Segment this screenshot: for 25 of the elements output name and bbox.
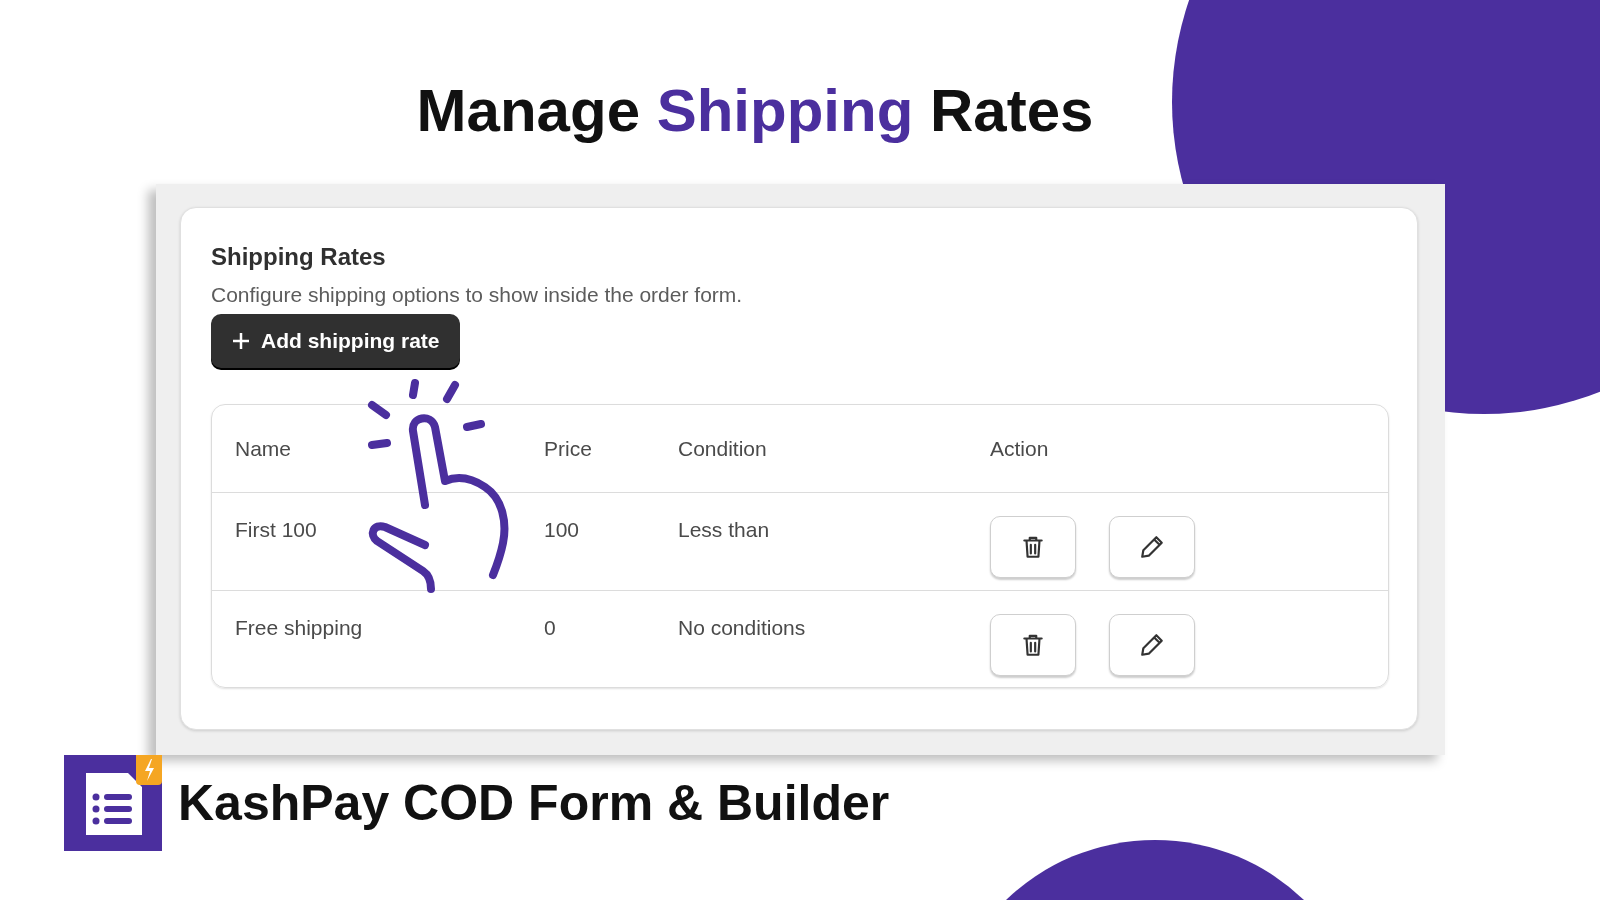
table-cell-text: Less than bbox=[678, 517, 771, 543]
column-header: Action bbox=[990, 435, 1050, 462]
column-header: Price bbox=[544, 435, 593, 462]
delete-button[interactable] bbox=[990, 516, 1076, 578]
plus-icon bbox=[231, 331, 251, 351]
headline: Manage Shipping Rates bbox=[415, 76, 1095, 146]
edit-button[interactable] bbox=[1109, 516, 1195, 578]
pencil-icon bbox=[1139, 632, 1165, 658]
table-cell-text: No conditions bbox=[678, 615, 807, 641]
section-description: Configure shipping options to show inside the order form. bbox=[211, 282, 744, 308]
app-name: KashPay COD Form & Builder bbox=[178, 774, 890, 832]
table-cell-text: Free shipping bbox=[235, 615, 364, 641]
app-logo-icon bbox=[64, 755, 162, 851]
table-cell-text: First 100 bbox=[235, 517, 318, 543]
edit-button[interactable] bbox=[1109, 614, 1195, 676]
trash-icon bbox=[1020, 632, 1046, 658]
column-header: Name bbox=[235, 435, 293, 462]
delete-button[interactable] bbox=[990, 614, 1076, 676]
pencil-icon bbox=[1139, 534, 1165, 560]
column-header: Condition bbox=[678, 435, 768, 462]
add-shipping-rate-button[interactable]: Add shipping rate bbox=[211, 314, 460, 368]
section-title: Shipping Rates bbox=[211, 242, 387, 272]
table-cell-text: 100 bbox=[544, 517, 581, 543]
table-cell-text: 0 bbox=[544, 615, 557, 641]
trash-icon bbox=[1020, 534, 1046, 560]
